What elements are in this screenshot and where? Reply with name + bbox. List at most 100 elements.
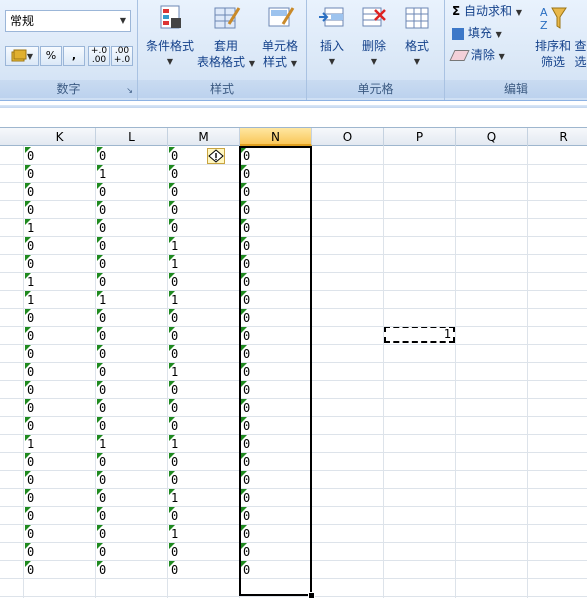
column-header-r[interactable]: R bbox=[528, 128, 587, 146]
autosum-label: 自动求和 bbox=[464, 4, 513, 18]
svg-text:A: A bbox=[540, 6, 548, 19]
format-label: 格式 bbox=[404, 39, 429, 53]
cell-styles-button[interactable]: 单元格 样式 ▼ bbox=[256, 4, 304, 72]
delete-label: 删除 bbox=[361, 39, 386, 53]
cell-styles-icon bbox=[268, 7, 295, 27]
number-format-value: 常规 bbox=[10, 14, 35, 28]
number-as-text-indicator-icon bbox=[97, 237, 103, 243]
number-as-text-indicator-icon bbox=[169, 201, 175, 207]
number-as-text-indicator-icon bbox=[97, 273, 103, 279]
decrease-decimal-button[interactable]: .00 +.0 bbox=[111, 46, 133, 66]
number-as-text-indicator-icon bbox=[169, 147, 175, 153]
number-as-text-indicator-icon bbox=[169, 399, 175, 405]
find-select-label-1: 查 bbox=[574, 39, 587, 53]
autosum-button[interactable]: Σ 自动求和 ▼ bbox=[452, 1, 522, 21]
fill-handle[interactable] bbox=[308, 592, 315, 598]
cells-group-label: 单元格 bbox=[307, 80, 444, 98]
cell-styles-label-1: 单元格 bbox=[261, 39, 298, 53]
number-format-select[interactable]: 常规 ▼ bbox=[5, 10, 131, 32]
number-as-text-indicator-icon bbox=[25, 525, 31, 531]
sort-filter-label-2: 筛选 bbox=[540, 55, 565, 69]
number-as-text-indicator-icon bbox=[25, 183, 31, 189]
column-header-q[interactable]: Q bbox=[456, 128, 528, 146]
number-as-text-indicator-icon bbox=[25, 543, 31, 549]
chevron-down-icon: ▼ bbox=[515, 8, 523, 17]
fill-button[interactable]: 填充 ▼ bbox=[452, 23, 502, 43]
ribbon: 常规 ▼ ▼ % , +.0 .00 .00 +.0 数字 ↘ 条件格式 ▼ 套… bbox=[0, 0, 587, 101]
number-as-text-indicator-icon bbox=[169, 561, 175, 567]
format-cells-icon bbox=[405, 7, 429, 29]
number-as-text-indicator-icon bbox=[169, 381, 175, 387]
number-as-text-indicator-icon bbox=[169, 417, 175, 423]
styles-group: 条件格式 ▼ 套用 表格格式 ▼ 单元格 样式 ▼ 样式 bbox=[138, 0, 307, 100]
grid-column-line bbox=[455, 146, 456, 598]
number-as-text-indicator-icon bbox=[169, 291, 175, 297]
dialog-launcher-icon[interactable]: ↘ bbox=[126, 86, 133, 95]
currency-format-button[interactable]: ▼ bbox=[5, 46, 39, 66]
column-header-l[interactable]: L bbox=[96, 128, 168, 146]
number-as-text-indicator-icon bbox=[97, 435, 103, 441]
number-as-text-indicator-icon bbox=[97, 399, 103, 405]
clear-button[interactable]: 清除 ▼ bbox=[449, 45, 505, 65]
number-as-text-indicator-icon bbox=[97, 417, 103, 423]
grid-column-line bbox=[383, 146, 384, 598]
chevron-down-icon: ▼ bbox=[370, 57, 378, 66]
number-as-text-indicator-icon bbox=[169, 165, 175, 171]
number-as-text-indicator-icon bbox=[97, 255, 103, 261]
percent-label: % bbox=[45, 49, 57, 62]
column-header-n[interactable]: N bbox=[240, 128, 312, 146]
number-as-text-indicator-icon bbox=[169, 183, 175, 189]
format-button[interactable]: 格式 ▼ bbox=[397, 4, 437, 70]
chevron-down-icon: ▼ bbox=[166, 57, 174, 66]
column-header-k[interactable]: K bbox=[24, 128, 96, 146]
number-as-text-indicator-icon bbox=[97, 543, 103, 549]
chevron-down-icon: ▼ bbox=[413, 57, 421, 66]
grid-column-line bbox=[527, 146, 528, 598]
number-as-text-indicator-icon bbox=[97, 507, 103, 513]
increase-decimal-button[interactable]: +.0 .00 bbox=[88, 46, 110, 66]
number-as-text-indicator-icon bbox=[25, 453, 31, 459]
column-header-o[interactable]: O bbox=[312, 128, 384, 146]
percent-button[interactable]: % bbox=[40, 46, 62, 66]
sort-filter-button[interactable]: A Z 排序和 筛选 bbox=[533, 4, 573, 70]
number-as-text-indicator-icon bbox=[169, 363, 175, 369]
number-as-text-indicator-icon bbox=[25, 291, 31, 297]
column-header-p[interactable]: P bbox=[384, 128, 456, 146]
number-as-text-indicator-icon bbox=[97, 471, 103, 477]
editing-group-label: 编辑 bbox=[445, 80, 587, 98]
number-as-text-indicator-icon bbox=[25, 363, 31, 369]
conditional-format-icon bbox=[160, 5, 181, 29]
number-group: 常规 ▼ ▼ % , +.0 .00 .00 +.0 数字 ↘ bbox=[0, 0, 138, 100]
comma-label: , bbox=[71, 49, 77, 62]
selected-column-range[interactable] bbox=[239, 146, 312, 596]
insert-button[interactable]: 插入 ▼ bbox=[313, 4, 351, 70]
number-as-text-indicator-icon bbox=[25, 327, 31, 333]
sigma-icon: Σ bbox=[452, 4, 461, 18]
number-as-text-indicator-icon bbox=[97, 165, 103, 171]
number-as-text-indicator-icon bbox=[169, 507, 175, 513]
increase-decimal-label: +.0 .00 bbox=[90, 46, 108, 65]
delete-button[interactable]: 删除 ▼ bbox=[355, 4, 393, 70]
number-as-text-indicator-icon bbox=[97, 453, 103, 459]
chevron-down-icon[interactable]: ▼ bbox=[116, 11, 130, 31]
find-select-button[interactable]: 查 选 bbox=[574, 38, 587, 70]
copy-marquee-cell[interactable]: 1 bbox=[384, 326, 455, 343]
number-as-text-indicator-icon bbox=[169, 255, 175, 261]
column-header-m[interactable]: M bbox=[168, 128, 240, 146]
number-as-text-indicator-icon bbox=[169, 237, 175, 243]
number-as-text-indicator-icon bbox=[169, 453, 175, 459]
number-as-text-indicator-icon bbox=[25, 255, 31, 261]
error-warning-icon[interactable] bbox=[207, 148, 225, 164]
number-as-text-indicator-icon bbox=[25, 507, 31, 513]
format-as-table-button[interactable]: 套用 表格格式 ▼ bbox=[196, 4, 256, 72]
cell-styles-label-2: 样式 ▼ bbox=[263, 55, 297, 69]
number-as-text-indicator-icon bbox=[97, 561, 103, 567]
number-as-text-indicator-icon bbox=[25, 201, 31, 207]
number-as-text-indicator-icon bbox=[97, 147, 103, 153]
worksheet-grid[interactable]: 1 00001001100000001000000001000000100000… bbox=[0, 146, 587, 598]
comma-style-button[interactable]: , bbox=[63, 46, 85, 66]
conditional-format-button[interactable]: 条件格式 ▼ bbox=[142, 4, 198, 70]
number-as-text-indicator-icon bbox=[97, 489, 103, 495]
insert-cells-icon bbox=[319, 7, 344, 27]
clear-label: 清除 bbox=[470, 48, 495, 62]
